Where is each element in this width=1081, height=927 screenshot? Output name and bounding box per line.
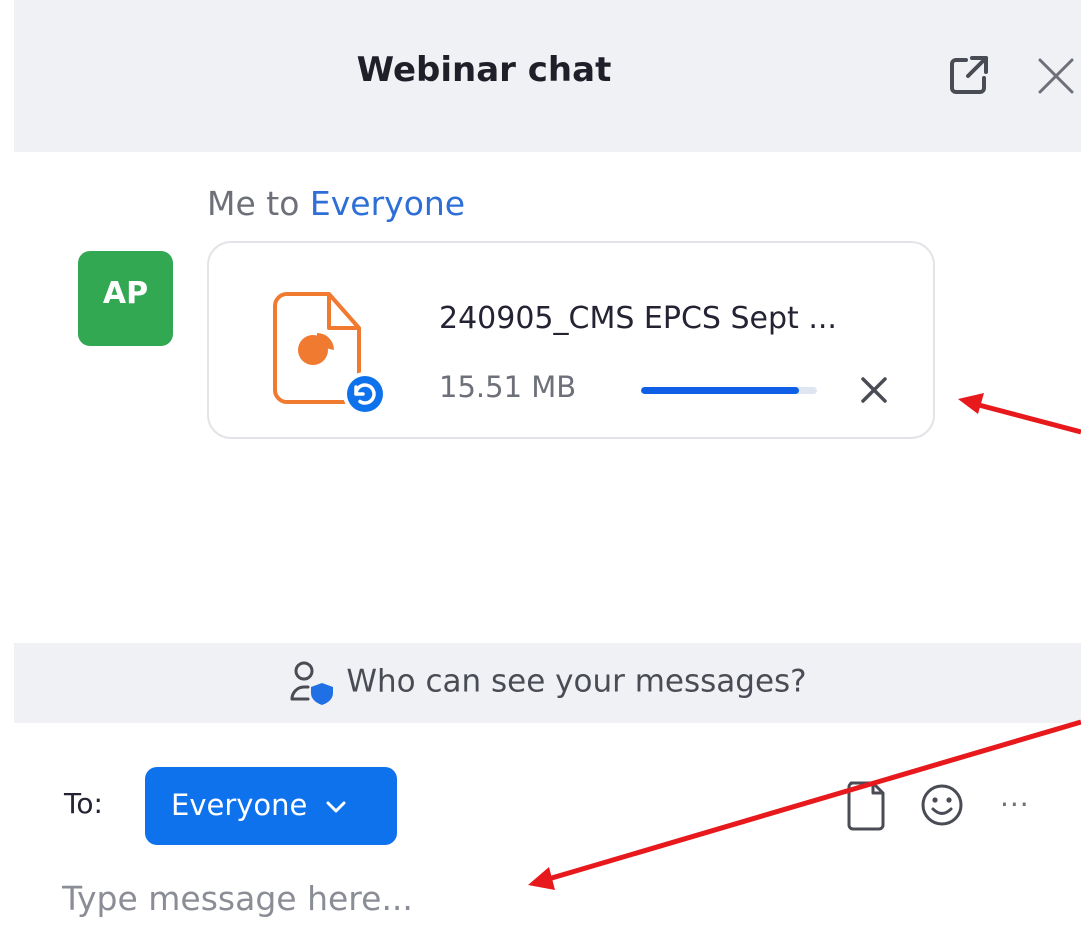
cancel-upload-icon[interactable] [857, 373, 891, 407]
user-shield-icon [290, 661, 334, 705]
privacy-label: Who can see your messages? [346, 663, 807, 700]
recipient-select-label: Everyone [171, 788, 308, 822]
sender-connector: to [266, 184, 300, 223]
recipient-select-button[interactable]: Everyone [145, 767, 397, 845]
file-name[interactable]: 240905_CMS EPCS Sept ... [439, 301, 837, 336]
upload-progress-fill [641, 387, 800, 394]
file-icon[interactable] [843, 779, 889, 833]
annotation-arrow-input [528, 719, 1081, 890]
privacy-notice[interactable]: Who can see your messages? [14, 643, 1081, 723]
message-sender-line: Me to Everyone [207, 184, 465, 223]
chevron-down-icon [326, 801, 346, 813]
emoji-icon[interactable] [918, 781, 966, 829]
file-attachment-card[interactable]: 240905_CMS EPCS Sept ... 15.51 MB [207, 241, 935, 439]
chat-title: Webinar chat [356, 50, 612, 90]
close-icon[interactable] [1032, 52, 1080, 100]
sender-name: Me [207, 184, 256, 223]
chat-header: Webinar chat [14, 0, 1081, 152]
upload-progress-bar [641, 387, 817, 394]
webinar-chat-panel: Webinar chat Me to Everyone AP 240905_CM… [0, 0, 1081, 927]
popout-icon[interactable] [946, 52, 992, 98]
annotation-arrow-file [958, 393, 1081, 435]
message-input[interactable] [62, 872, 962, 924]
avatar[interactable]: AP [78, 251, 173, 346]
message-recipient-link[interactable]: Everyone [310, 184, 465, 223]
presentation-file-icon [273, 292, 387, 416]
to-label: To: [64, 787, 103, 820]
file-size: 15.51 MB [439, 370, 577, 404]
more-options-button[interactable]: ··· [1000, 788, 1030, 821]
uploading-icon [347, 376, 383, 412]
